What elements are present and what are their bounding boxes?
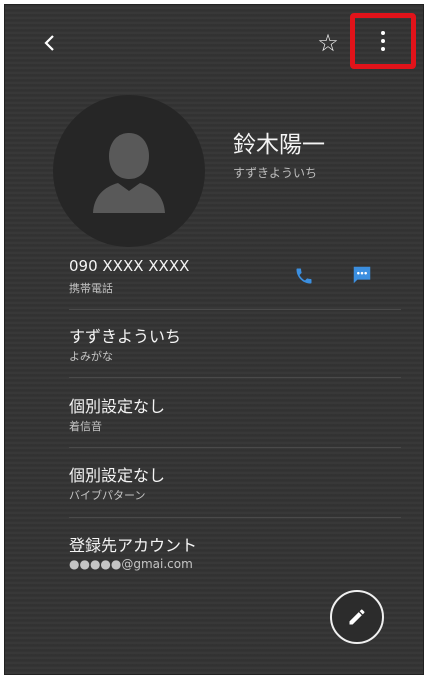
phone-number[interactable]: 090 XXXX XXXX [69,257,189,275]
more-options-button[interactable] [350,13,416,69]
back-button[interactable] [35,25,65,61]
chat-bubble-icon [353,266,371,284]
contact-name-reading: すずきよういち [233,166,318,180]
reading-value: すずきよういち [69,327,182,346]
pencil-edit-icon [349,609,365,625]
contact-name: 鈴木陽一 [233,132,325,158]
edit-contact-button[interactable] [330,590,384,644]
more-vert-icon [381,31,385,51]
vibration-label: バイブパターン [69,489,146,502]
account-title: 登録先アカウント [69,536,198,555]
chevron-left-icon [44,35,54,51]
person-silhouette-icon [93,133,165,213]
ringtone-label: 着信音 [69,420,102,433]
divider [69,309,401,310]
phone-type: 携帯電話 [69,282,113,295]
contact-detail-screen: ☆ 鈴木陽一 すずきよういち 090 XXXX XXXX 携帯電話 すずきようい… [4,4,424,675]
reading-label: よみがな [69,350,113,363]
star-outline-icon: ☆ [317,29,339,57]
contact-avatar[interactable] [53,95,205,247]
call-button[interactable] [289,261,319,291]
divider [69,517,401,518]
favorite-button[interactable]: ☆ [310,25,346,61]
message-button[interactable] [347,260,377,290]
phone-icon [296,268,312,284]
ringtone-value: 個別設定なし [69,397,166,416]
vibration-value: 個別設定なし [69,466,166,485]
divider [69,447,401,448]
account-email: ●●●●●@gmai.com [69,557,193,571]
divider [69,377,401,378]
